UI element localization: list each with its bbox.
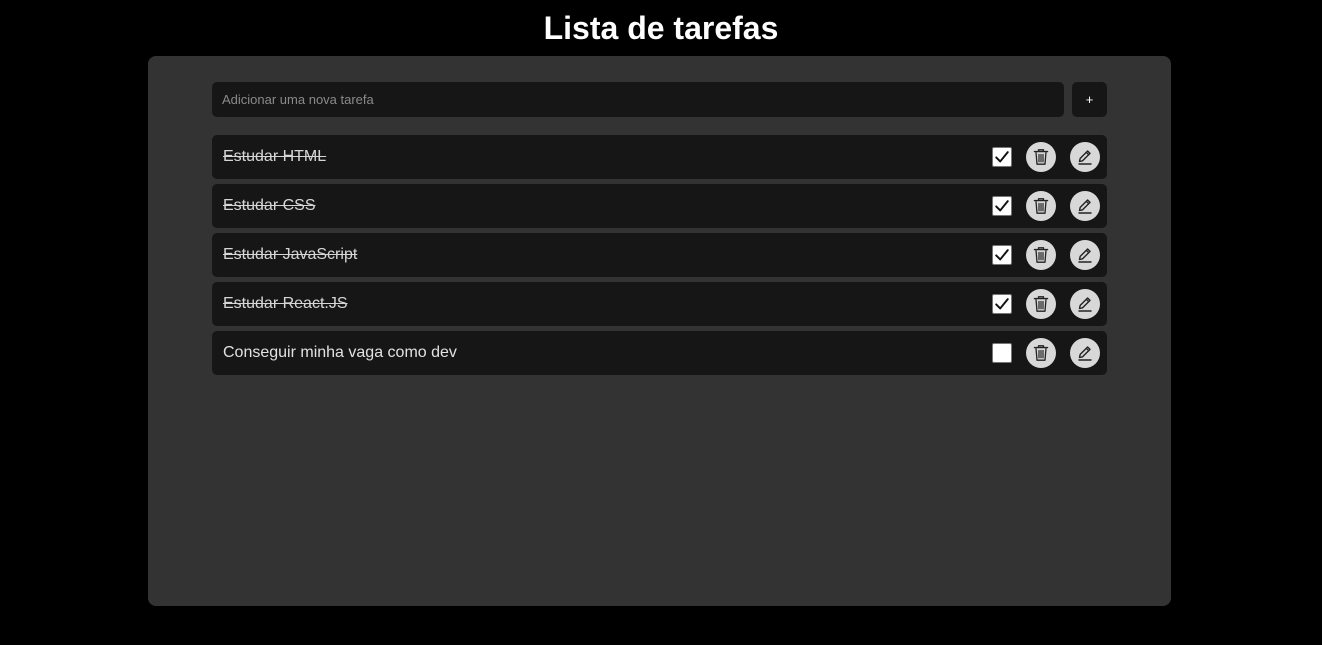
trash-icon	[1033, 198, 1049, 214]
task-text: Estudar CSS	[223, 197, 316, 214]
trash-icon	[1033, 247, 1049, 263]
task-checkbox[interactable]	[992, 147, 1012, 167]
task-checkbox[interactable]	[992, 294, 1012, 314]
task-text: Estudar HTML	[223, 148, 327, 165]
pencil-icon	[1078, 150, 1092, 165]
task-item: Estudar CSS	[212, 184, 1107, 228]
checkmark-icon	[995, 151, 1009, 163]
trash-icon	[1033, 296, 1049, 312]
trash-icon	[1033, 345, 1049, 361]
trash-icon	[1033, 149, 1049, 165]
edit-task-button[interactable]	[1070, 338, 1100, 368]
new-task-input[interactable]	[212, 82, 1064, 117]
edit-task-button[interactable]	[1070, 240, 1100, 270]
task-checkbox[interactable]	[992, 343, 1012, 363]
delete-task-button[interactable]	[1026, 142, 1056, 172]
delete-task-button[interactable]	[1026, 289, 1056, 319]
task-text: Estudar JavaScript	[223, 246, 358, 263]
task-list: Estudar HTML Estudar CSS Estudar JavaScr…	[212, 135, 1107, 380]
task-checkbox[interactable]	[992, 245, 1012, 265]
task-item: Conseguir minha vaga como dev	[212, 331, 1107, 375]
checkmark-icon	[995, 298, 1009, 310]
pencil-icon	[1078, 199, 1092, 214]
delete-task-button[interactable]	[1026, 240, 1056, 270]
delete-task-button[interactable]	[1026, 338, 1056, 368]
task-text: Estudar React.JS	[223, 295, 348, 312]
edit-task-button[interactable]	[1070, 289, 1100, 319]
todo-panel: + Estudar HTML Estudar CSS Estudar JavaS…	[148, 56, 1171, 606]
pencil-icon	[1078, 346, 1092, 361]
task-item: Estudar JavaScript	[212, 233, 1107, 277]
checkmark-icon	[995, 200, 1009, 212]
edit-task-button[interactable]	[1070, 142, 1100, 172]
delete-task-button[interactable]	[1026, 191, 1056, 221]
task-item: Estudar React.JS	[212, 282, 1107, 326]
add-task-row: +	[212, 82, 1107, 117]
pencil-icon	[1078, 297, 1092, 312]
add-task-button[interactable]: +	[1072, 82, 1107, 117]
checkmark-icon	[995, 249, 1009, 261]
edit-task-button[interactable]	[1070, 191, 1100, 221]
task-item: Estudar HTML	[212, 135, 1107, 179]
page-title: Lista de tarefas	[543, 10, 779, 46]
task-checkbox[interactable]	[992, 196, 1012, 216]
pencil-icon	[1078, 248, 1092, 263]
task-text: Conseguir minha vaga como dev	[223, 344, 457, 361]
